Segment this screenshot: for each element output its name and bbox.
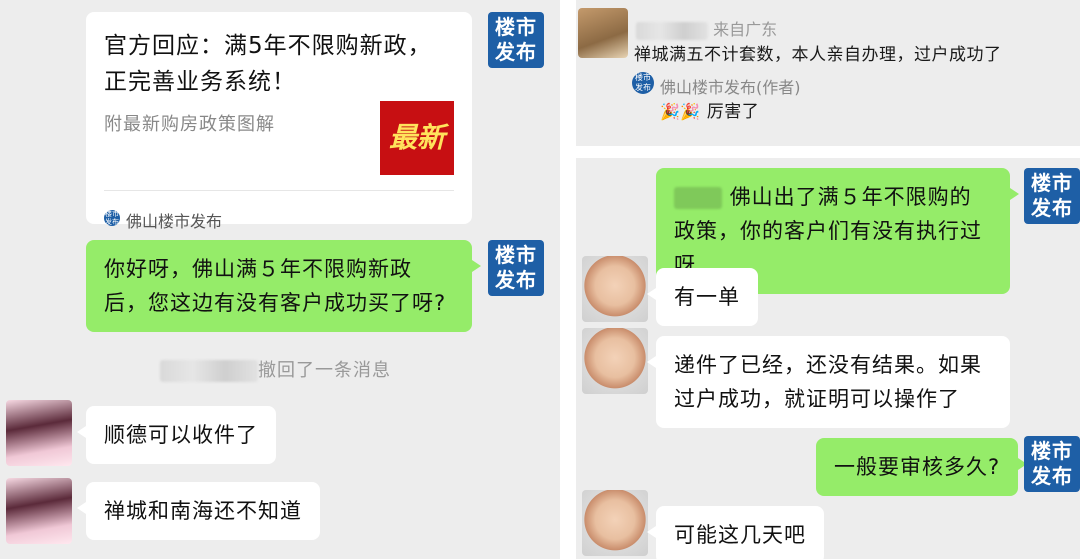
author-logo-icon: 楼市 发布 bbox=[632, 72, 654, 94]
commenter-avatar[interactable] bbox=[578, 8, 628, 58]
logo-line2: 发布 bbox=[1031, 196, 1073, 220]
left-chat-panel: 官方回应：满5年不限购新政，正完善业务系统！ 附最新购房政策图解 最新 楼市发布… bbox=[0, 0, 560, 559]
message-bubble-received[interactable]: 禅城和南海还不知道 bbox=[77, 482, 320, 540]
article-description: 附最新购房政策图解 bbox=[104, 114, 275, 135]
commenter-info: 来自广东 bbox=[636, 16, 777, 40]
article-card[interactable]: 官方回应：满5年不限购新政，正完善业务系统！ 附最新购房政策图解 最新 楼市发布… bbox=[86, 12, 472, 231]
article-thumbnail: 最新 bbox=[380, 101, 454, 175]
logo-line2: 发布 bbox=[1031, 464, 1073, 488]
comment-panel: 来自广东 禅城满五不计套数，本人亲自办理，过户成功了 楼市 发布 佛山楼市发布(作… bbox=[576, 0, 1080, 146]
sender-avatar-logo[interactable]: 楼市 发布 bbox=[1024, 168, 1080, 224]
contact-avatar[interactable] bbox=[582, 490, 648, 556]
logo-line1: 楼市 bbox=[495, 243, 537, 267]
contact-avatar[interactable] bbox=[6, 478, 72, 544]
contact-avatar[interactable] bbox=[6, 400, 72, 466]
author-reply-text: 厉害了 bbox=[706, 102, 760, 122]
comment-location: 来自广东 bbox=[713, 20, 778, 39]
contact-avatar[interactable] bbox=[582, 256, 648, 322]
author-name: 佛山楼市发布(作者) bbox=[660, 78, 801, 97]
logo-line2: 发布 bbox=[495, 40, 537, 64]
article-source: 佛山楼市发布 bbox=[126, 212, 223, 231]
blurred-name bbox=[674, 187, 722, 209]
logo-line1: 楼市 bbox=[1031, 439, 1073, 463]
right-chat-panel: 佛山出了满５年不限购的政策，你的客户们有没有执行过呀 楼市 发布 有一单 递件了… bbox=[576, 158, 1080, 559]
source-logo-icon: 楼市发布 bbox=[104, 210, 120, 226]
blurred-name bbox=[636, 21, 708, 40]
sender-avatar-logo[interactable]: 楼市 发布 bbox=[488, 12, 544, 68]
logo-line1: 楼市 bbox=[1031, 171, 1073, 195]
blurred-name bbox=[160, 360, 258, 382]
party-popper-icon: 🎉🎉 bbox=[660, 102, 701, 121]
message-bubble-received[interactable]: 可能这几天吧 bbox=[647, 506, 824, 559]
message-bubble-received[interactable]: 有一单 bbox=[647, 268, 758, 326]
message-bubble-received[interactable]: 递件了已经，还没有结果。如果过户成功，就证明可以操作了 bbox=[647, 336, 1010, 428]
message-bubble-received[interactable]: 顺德可以收件了 bbox=[77, 406, 276, 464]
recall-notice: 撤回了一条消息 bbox=[160, 356, 391, 382]
article-title: 官方回应：满5年不限购新政，正完善业务系统！ bbox=[104, 33, 432, 95]
author-reply: 🎉🎉 厉害了 bbox=[660, 97, 759, 122]
sender-avatar-logo[interactable]: 楼市 发布 bbox=[1024, 436, 1080, 492]
logo-line1: 楼市 bbox=[495, 15, 537, 39]
message-bubble-sent[interactable]: 一般要审核多久? bbox=[816, 438, 1028, 496]
message-bubble-sent[interactable]: 你好呀，佛山满５年不限购新政后，您这边有没有客户成功买了呀? bbox=[86, 240, 481, 332]
card-divider bbox=[104, 190, 454, 191]
recall-text: 撤回了一条消息 bbox=[258, 360, 391, 381]
comment-text: 禅城满五不计套数，本人亲自办理，过户成功了 bbox=[634, 45, 1002, 65]
sender-avatar-logo[interactable]: 楼市 发布 bbox=[488, 240, 544, 296]
logo-line2: 发布 bbox=[495, 268, 537, 292]
contact-avatar[interactable] bbox=[582, 328, 648, 394]
